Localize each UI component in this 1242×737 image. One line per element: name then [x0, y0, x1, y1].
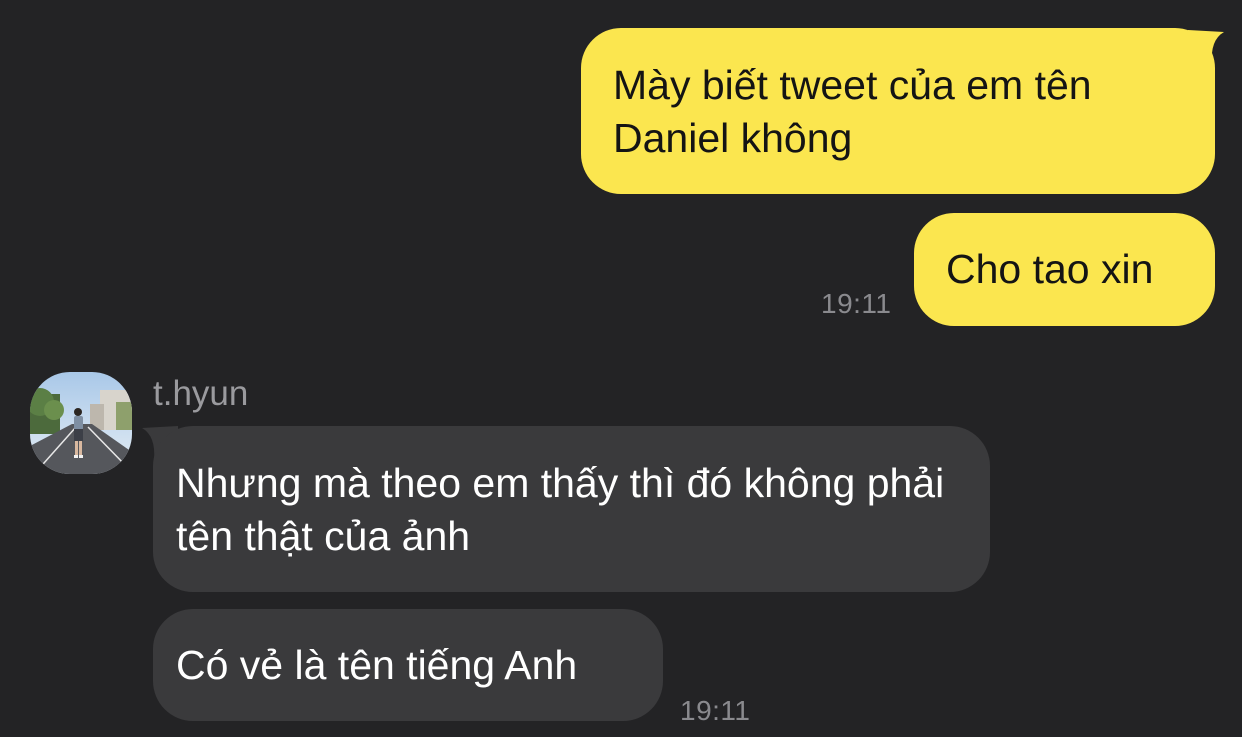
avatar[interactable]: [30, 372, 132, 474]
outgoing-message-bubble[interactable]: Mày biết tweet của em tên Daniel không: [581, 28, 1215, 194]
message-text: Cho tao xin: [946, 246, 1154, 292]
message-timestamp: 19:11: [821, 288, 892, 319]
message-text: Có vẻ là tên tiếng Anh: [176, 642, 578, 688]
outgoing-message-bubble[interactable]: Cho tao xin: [914, 213, 1215, 326]
avatar-photo-icon: [30, 372, 132, 474]
incoming-message-bubble[interactable]: Có vẻ là tên tiếng Anh: [153, 609, 663, 721]
message-text: Mày biết tweet của em tên Daniel không: [613, 62, 1092, 161]
message-timestamp: 19:11: [680, 695, 751, 726]
message-text: Nhưng mà theo em thấy thì đó không phải …: [176, 460, 945, 559]
chat-thread: Mày biết tweet của em tên Daniel không C…: [0, 0, 1242, 737]
incoming-message-bubble[interactable]: Nhưng mà theo em thấy thì đó không phải …: [153, 426, 990, 592]
sender-name[interactable]: t.hyun: [153, 374, 248, 414]
